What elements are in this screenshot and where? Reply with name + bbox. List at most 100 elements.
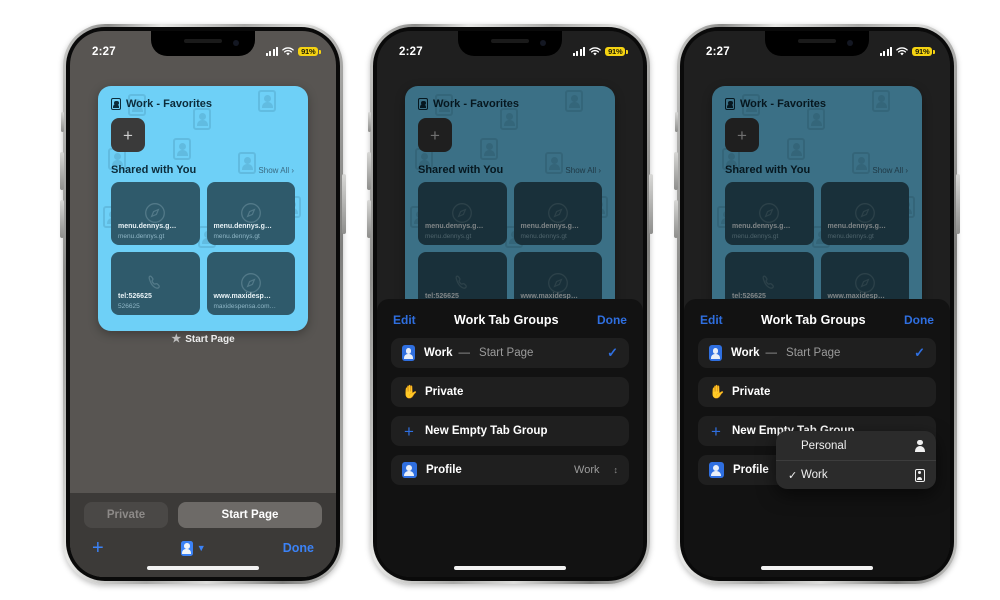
- volume-up-button[interactable]: [674, 152, 678, 190]
- power-button[interactable]: [649, 174, 653, 234]
- front-camera: [233, 40, 239, 46]
- home-indicator[interactable]: [147, 565, 259, 570]
- silent-switch[interactable]: [61, 112, 64, 132]
- tab-group-row-work[interactable]: Work — Start Page ✓: [698, 338, 936, 368]
- tile-label: menu.dennys.g…: [118, 223, 177, 230]
- row-label: Private: [732, 386, 771, 398]
- new-empty-tab-group-row[interactable]: + New Empty Tab Group: [391, 416, 629, 446]
- shared-with-you-header: Shared with You Show All ›: [98, 152, 308, 176]
- tab-overview-dimmed: 2:27 91% Work - Favorites + Shared with …: [684, 31, 950, 577]
- front-camera: [540, 40, 546, 46]
- done-button[interactable]: Done: [597, 313, 627, 327]
- sheet-header: Edit Work Tab Groups Done: [377, 299, 643, 327]
- battery-indicator: 91%: [298, 46, 318, 57]
- card-header: Work - Favorites: [98, 86, 308, 110]
- menu-item-label: Personal: [801, 439, 847, 452]
- checkmark-icon: ✓: [607, 345, 618, 360]
- edit-button[interactable]: Edit: [700, 313, 723, 327]
- private-hand-icon: ✋: [402, 384, 419, 399]
- done-button[interactable]: Done: [904, 313, 934, 327]
- battery-indicator: 91%: [605, 46, 625, 57]
- wifi-icon: [589, 47, 601, 56]
- volume-down-button[interactable]: [60, 200, 64, 238]
- row-label: Work: [731, 347, 760, 359]
- checkmark-icon: ✓: [788, 469, 798, 482]
- private-button[interactable]: Private: [84, 502, 168, 528]
- contact-badge-icon: [111, 98, 121, 110]
- phone-3: 2:27 91% Work - Favorites + Shared with …: [674, 24, 960, 584]
- profile-badge-icon: [402, 462, 417, 478]
- mode-segmented-control: Private Start Page: [70, 493, 336, 528]
- list-item[interactable]: menu.dennys.g… menu.dennys.gt: [111, 182, 200, 245]
- status-indicators: 91%: [265, 46, 318, 57]
- tab-groups-sheet: Edit Work Tab Groups Done Work — Start Pa…: [684, 299, 950, 577]
- tab-overview-dimmed: 2:27 91% Work - Favorites + Shared with …: [377, 31, 643, 577]
- tab-group-selector[interactable]: ▼: [180, 540, 206, 556]
- phone-1-screen: 2:27 91% Work - Favorites + Shared with …: [70, 31, 336, 577]
- home-indicator[interactable]: [761, 565, 873, 570]
- contact-badge-icon: [915, 468, 925, 482]
- earpiece-speaker: [798, 39, 836, 43]
- checkmark-icon: ✓: [914, 345, 925, 360]
- shared-tiles-grid: menu.dennys.g… menu.dennys.gt menu.denny…: [98, 176, 308, 315]
- phone-2-screen: 2:27 91% Work - Favorites + Shared with …: [377, 31, 643, 577]
- status-time: 2:27: [399, 45, 423, 58]
- wifi-icon: [282, 47, 294, 56]
- volume-down-button[interactable]: [367, 200, 371, 238]
- tile-sublabel: menu.dennys.gt: [118, 233, 165, 240]
- toolbar-actions: + ▼ Done: [70, 528, 336, 558]
- contact-badge-icon: [402, 345, 415, 361]
- battery-indicator: 91%: [912, 46, 932, 57]
- shared-heading: Shared with You: [111, 164, 197, 176]
- tab-group-card[interactable]: Work - Favorites + Shared with You Show …: [98, 86, 308, 331]
- profile-row[interactable]: Profile Work ↕: [391, 455, 629, 485]
- new-tab-button[interactable]: +: [92, 538, 104, 558]
- tab-group-row-private[interactable]: ✋ Private: [698, 377, 936, 407]
- power-button[interactable]: [956, 174, 960, 234]
- page-title: Work Tab Groups: [761, 313, 866, 327]
- silent-switch[interactable]: [675, 112, 678, 132]
- show-all-link[interactable]: Show All ›: [258, 166, 294, 175]
- earpiece-speaker: [184, 39, 222, 43]
- new-tab-tile[interactable]: +: [111, 118, 145, 152]
- tab-group-row-work[interactable]: Work — Start Page ✓: [391, 338, 629, 368]
- row-label: Private: [425, 386, 464, 398]
- home-indicator[interactable]: [454, 565, 566, 570]
- earpiece-speaker: [491, 39, 529, 43]
- volume-up-button[interactable]: [367, 152, 371, 190]
- tab-groups-sheet: Edit Work Tab Groups Done Work — Start Pa…: [377, 299, 643, 577]
- edit-button[interactable]: Edit: [393, 313, 416, 327]
- tab-group-row-private[interactable]: ✋ Private: [391, 377, 629, 407]
- notch: [458, 31, 562, 56]
- list-item[interactable]: tel:526625 526625: [111, 252, 200, 315]
- tile-label: www.maxidesp…: [213, 293, 271, 300]
- status-time: 2:27: [706, 45, 730, 58]
- cellular-signal-icon: [265, 47, 279, 56]
- tile-sublabel: maxidespensa.com…: [213, 303, 277, 310]
- up-down-chevron-icon[interactable]: ↕: [614, 465, 619, 475]
- menu-item-personal[interactable]: Personal: [776, 431, 936, 460]
- sheet-header: Edit Work Tab Groups Done: [684, 299, 950, 327]
- contact-badge-icon: [709, 345, 722, 361]
- page-title: Work Tab Groups: [454, 313, 559, 327]
- plus-icon: +: [711, 421, 721, 441]
- row-label: New Empty Tab Group: [425, 425, 548, 437]
- power-button[interactable]: [342, 174, 346, 234]
- start-page-button[interactable]: Start Page: [178, 502, 322, 528]
- caption-label: Start Page: [185, 334, 235, 345]
- tab-overview: 2:27 91% Work - Favorites + Shared with …: [70, 31, 336, 577]
- list-item[interactable]: menu.dennys.g… menu.dennys.gt: [206, 182, 295, 245]
- profile-badge-icon: [709, 462, 724, 478]
- done-button[interactable]: Done: [283, 541, 314, 555]
- volume-up-button[interactable]: [60, 152, 64, 190]
- silent-switch[interactable]: [368, 112, 371, 132]
- list-item[interactable]: www.maxidesp… maxidespensa.com…: [206, 252, 295, 315]
- cellular-signal-icon: [879, 47, 893, 56]
- tile-sublabel: 526625: [118, 303, 140, 310]
- status-indicators: 91%: [572, 46, 625, 57]
- volume-down-button[interactable]: [674, 200, 678, 238]
- tile-sublabel: menu.dennys.gt: [213, 233, 260, 240]
- status-indicators: 91%: [879, 46, 932, 57]
- tile-label: tel:526625: [118, 293, 152, 300]
- menu-item-work[interactable]: ✓ Work: [776, 460, 936, 489]
